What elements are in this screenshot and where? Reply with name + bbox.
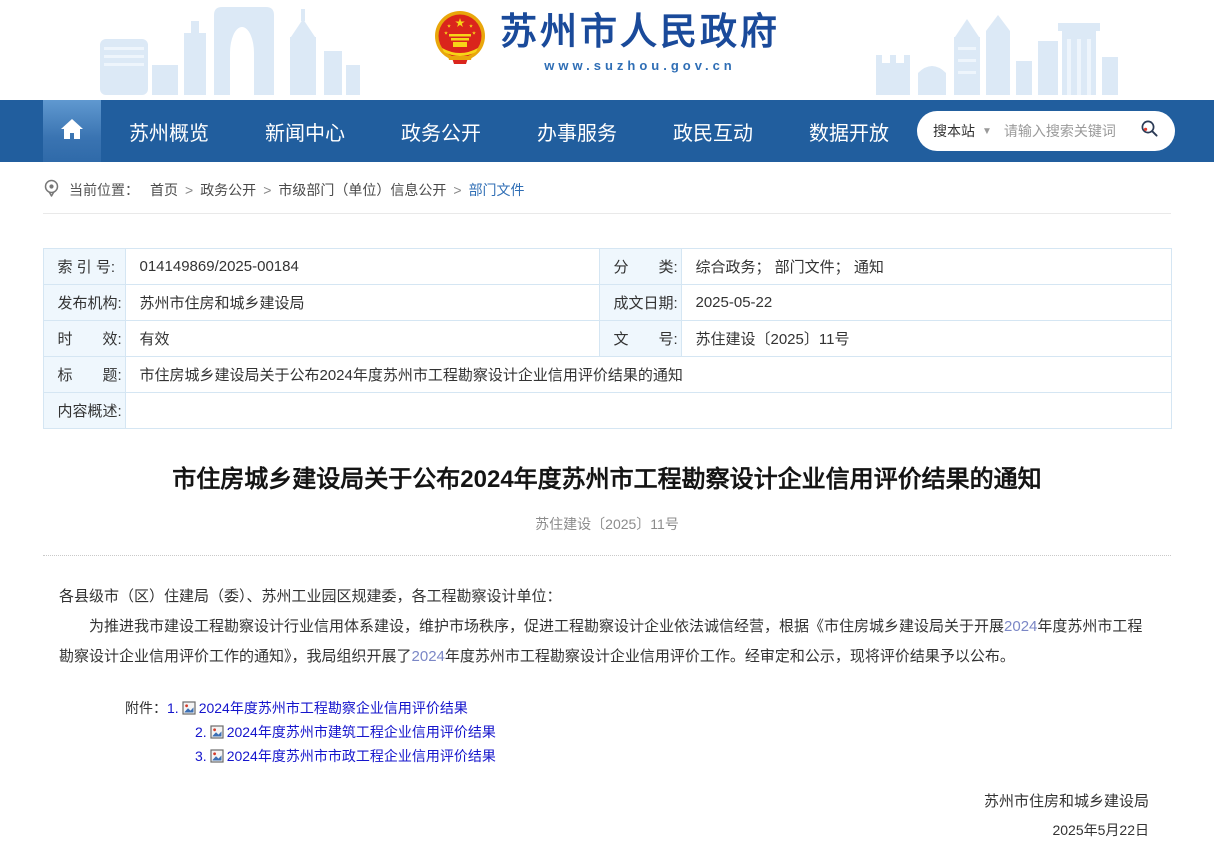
list-item: 2. 2024年度苏州市建筑工程企业信用评价结果	[125, 720, 1171, 744]
list-item: 3. 2024年度苏州市市政工程企业信用评价结果	[125, 744, 1171, 768]
breadcrumb: 当前位置： 首页 > 政务公开 > 市级部门（单位）信息公开 > 部门文件	[43, 162, 1171, 214]
location-pin-icon	[43, 179, 60, 200]
signature-block: 苏州市住房和城乡建设局 2025年5月22日	[43, 788, 1171, 844]
attachment-link-label: 2024年度苏州市市政工程企业信用评价结果	[227, 746, 496, 766]
chevron-down-icon[interactable]: ▼	[982, 126, 992, 137]
nav-item-services[interactable]: 办事服务	[537, 117, 617, 146]
signature-org: 苏州市住房和城乡建设局	[43, 788, 1149, 816]
signature-date: 2025年5月22日	[43, 816, 1149, 844]
home-icon	[59, 117, 85, 146]
body-paragraph: 为推进我市建设工程勘察设计行业信用体系建设，维护市场秩序，促进工程勘察设计企业依…	[43, 612, 1171, 672]
meta-label-category: 分 类:	[599, 249, 681, 285]
table-row: 索 引 号: 014149869/2025-00184 分 类: 综合政务； 部…	[43, 249, 1171, 285]
nav-item-overview[interactable]: 苏州概览	[129, 117, 209, 146]
nav-item-interact[interactable]: 政民互动	[673, 117, 753, 146]
attachments-label: 附件：	[125, 698, 167, 718]
breadcrumb-label: 当前位置：	[69, 180, 139, 200]
table-row: 时 效: 有效 文 号: 苏住建设〔2025〕11号	[43, 321, 1171, 357]
attachment-link-label: 2024年度苏州市建筑工程企业信用评价结果	[227, 722, 496, 742]
highlighted-keyword: 2024	[1004, 618, 1037, 635]
meta-value-doc-no: 苏住建设〔2025〕11号	[681, 321, 1171, 357]
attachment-link-municipal[interactable]: 2024年度苏州市市政工程企业信用评价结果	[208, 746, 496, 766]
breadcrumb-separator: >	[263, 182, 271, 198]
meta-label-title: 标 题:	[43, 357, 125, 393]
meta-value-summary	[125, 393, 1171, 429]
meta-label-summary: 内容概述:	[43, 393, 125, 429]
nav-item-gov-info[interactable]: 政务公开	[401, 117, 481, 146]
meta-value-date: 2025-05-22	[681, 285, 1171, 321]
attachment-number: 3.	[195, 748, 207, 764]
table-row: 标 题: 市住房城乡建设局关于公布2024年度苏州市工程勘察设计企业信用评价结果…	[43, 357, 1171, 393]
meta-label-date: 成文日期:	[599, 285, 681, 321]
site-search: 搜本站 ▼	[917, 111, 1175, 151]
main-nav: 苏州概览 新闻中心 政务公开 办事服务 政民互动 数据开放 搜本站 ▼	[0, 100, 1214, 162]
attachment-link-construction[interactable]: 2024年度苏州市建筑工程企业信用评价结果	[208, 722, 496, 742]
attachment-number: 1.	[167, 700, 179, 716]
breadcrumb-separator: >	[453, 182, 461, 198]
table-row: 发布机构: 苏州市住房和城乡建设局 成文日期: 2025-05-22	[43, 285, 1171, 321]
breadcrumb-gov-info[interactable]: 政务公开	[200, 180, 256, 200]
skyline-left-decoration	[100, 7, 360, 100]
attachment-link-survey[interactable]: 2024年度苏州市工程勘察企业信用评价结果	[180, 698, 468, 718]
table-row: 内容概述:	[43, 393, 1171, 429]
skyline-right-decoration	[876, 7, 1126, 100]
meta-label-issuer: 发布机构:	[43, 285, 125, 321]
attachment-file-icon	[182, 701, 196, 715]
document-meta-table: 索 引 号: 014149869/2025-00184 分 类: 综合政务； 部…	[43, 248, 1172, 429]
meta-value-category: 综合政务； 部门文件； 通知	[681, 249, 1171, 285]
meta-value-index: 014149869/2025-00184	[125, 249, 599, 285]
breadcrumb-dept-files[interactable]: 部门文件	[469, 180, 525, 200]
attachment-number: 2.	[195, 724, 207, 740]
search-icon	[1140, 119, 1159, 143]
meta-value-issuer: 苏州市住房和城乡建设局	[125, 285, 599, 321]
attachments-section: 附件： 1. 2024年度苏州市工程勘察企业信用评价结果 2.	[43, 696, 1171, 768]
nav-item-open-data[interactable]: 数据开放	[809, 117, 889, 146]
meta-label-doc-no: 文 号:	[599, 321, 681, 357]
nav-home-button[interactable]	[43, 100, 101, 162]
meta-label-index: 索 引 号:	[43, 249, 125, 285]
site-header: 苏州市人民政府 www.suzhou.gov.cn	[0, 0, 1214, 100]
attachment-link-label: 2024年度苏州市工程勘察企业信用评价结果	[199, 698, 468, 718]
site-title: 苏州市人民政府	[500, 8, 780, 56]
meta-value-validity: 有效	[125, 321, 599, 357]
document-body: 各县级市（区）住建局（委）、苏州工业园区规建委，各工程勘察设计单位： 为推进我市…	[43, 582, 1171, 672]
breadcrumb-dept-disclosure[interactable]: 市级部门（单位）信息公开	[278, 180, 446, 200]
document-number: 苏住建设〔2025〕11号	[0, 514, 1214, 534]
breadcrumb-separator: >	[185, 182, 193, 198]
search-input[interactable]	[1002, 122, 1140, 140]
highlighted-keyword: 2024	[412, 648, 445, 665]
site-brand: 苏州市人民政府 www.suzhou.gov.cn	[434, 8, 780, 73]
attachment-file-icon	[210, 749, 224, 763]
site-url: www.suzhou.gov.cn	[544, 58, 736, 73]
search-scope-selector[interactable]: 搜本站	[933, 121, 975, 141]
salutation: 各县级市（区）住建局（委）、苏州工业园区规建委，各工程勘察设计单位：	[43, 582, 1171, 612]
paragraph-text: 年度苏州市工程勘察设计企业信用评价工作。经审定和公示，现将评价结果予以公布。	[445, 648, 1015, 665]
meta-value-title: 市住房城乡建设局关于公布2024年度苏州市工程勘察设计企业信用评价结果的通知	[125, 357, 1171, 393]
attachment-file-icon	[210, 725, 224, 739]
page-title: 市住房城乡建设局关于公布2024年度苏州市工程勘察设计企业信用评价结果的通知	[43, 459, 1171, 494]
breadcrumb-home[interactable]: 首页	[150, 180, 178, 200]
paragraph-text: 为推进我市建设工程勘察设计行业信用体系建设，维护市场秩序，促进工程勘察设计企业依…	[89, 618, 1004, 635]
divider	[43, 555, 1171, 556]
national-emblem-icon	[434, 10, 486, 71]
meta-label-validity: 时 效:	[43, 321, 125, 357]
search-button[interactable]	[1140, 119, 1159, 143]
list-item: 附件： 1. 2024年度苏州市工程勘察企业信用评价结果	[125, 696, 1171, 720]
nav-item-news[interactable]: 新闻中心	[265, 117, 345, 146]
